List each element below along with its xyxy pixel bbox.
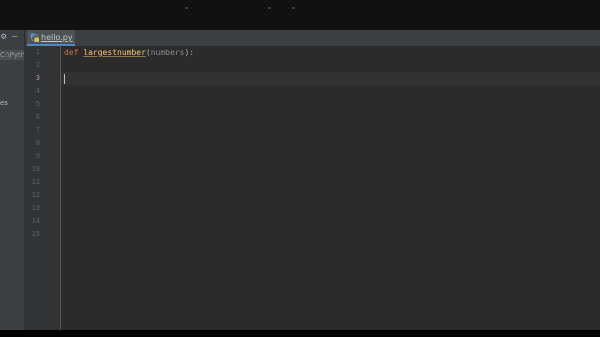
keyword-def: def — [64, 48, 79, 57]
line-number: 9 — [35, 152, 40, 160]
line-number: 13 — [31, 204, 40, 212]
code-editor[interactable]: def largestnumber(numbers): — [61, 46, 600, 330]
line-number: 6 — [35, 113, 40, 121]
tab-label: hello.py — [41, 33, 73, 42]
line-number: 14 — [31, 217, 40, 225]
editor-tab-bar: ⚙ — hello.py — [0, 30, 600, 47]
gear-icon[interactable]: ⚙ — [1, 33, 6, 42]
bottom-letterbox — [0, 330, 600, 337]
project-root-item[interactable]: C:\Pyth — [0, 50, 24, 60]
decor-dot — [268, 7, 271, 9]
line-number: 8 — [35, 139, 40, 147]
line-number: 2 — [35, 61, 40, 69]
project-path-label: C:\Pyth — [0, 51, 24, 59]
line-number-current: 3 — [35, 74, 40, 82]
top-letterbox — [0, 0, 600, 30]
decor-dot — [185, 7, 188, 9]
python-file-icon — [30, 33, 39, 42]
tab-hello-py[interactable]: hello.py — [27, 30, 75, 46]
code-line-1[interactable]: def largestnumber(numbers): — [64, 46, 194, 59]
line-number: 10 — [31, 165, 40, 173]
screen: ⚙ — hello.py C:\Pyth es 1 2 3 4 5 6 7 8 … — [0, 0, 600, 337]
parameter-name: numbers — [150, 48, 185, 57]
line-number: 12 — [31, 191, 40, 199]
project-panel[interactable]: C:\Pyth es — [0, 46, 24, 330]
current-line-highlight — [61, 72, 600, 85]
line-number: 11 — [31, 178, 40, 186]
line-number: 5 — [35, 100, 40, 108]
close-paren-colon: ): — [184, 48, 195, 57]
function-name: largestnumber — [83, 48, 146, 57]
decor-dot — [292, 7, 295, 9]
line-number-gutter: 1 2 3 4 5 6 7 8 9 10 11 12 13 14 15 ⌐ — [24, 46, 67, 330]
project-item-label[interactable]: es — [0, 99, 8, 107]
line-number: 15 — [31, 230, 40, 238]
hide-panel-icon[interactable]: — — [12, 33, 17, 42]
text-caret — [64, 74, 65, 84]
line-number: 1 — [35, 48, 40, 56]
line-number: 7 — [35, 126, 40, 134]
project-tool-header: ⚙ — — [0, 30, 25, 46]
line-number: 4 — [35, 87, 40, 95]
ide-window: ⚙ — hello.py C:\Pyth es 1 2 3 4 5 6 7 8 … — [0, 30, 600, 330]
